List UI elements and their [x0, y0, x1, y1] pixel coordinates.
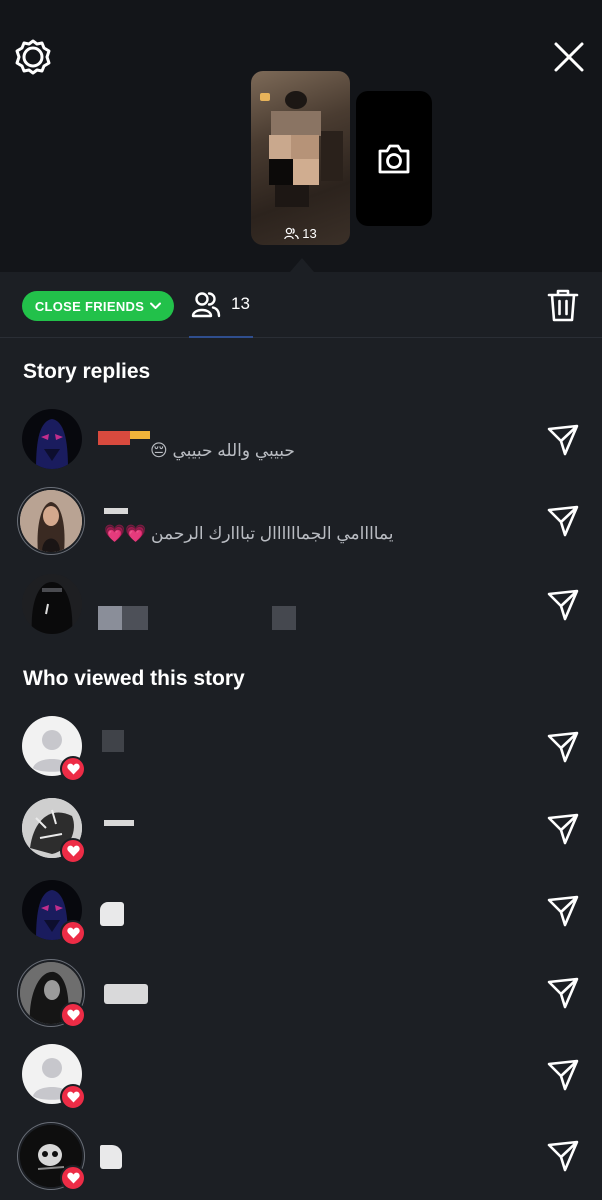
like-badge	[60, 756, 86, 782]
heart-icon	[66, 763, 80, 775]
viewers-count: 13	[231, 294, 250, 313]
dark-mask-image	[36, 419, 68, 469]
reply-row[interactable]	[0, 574, 602, 654]
who-viewed-title: Who viewed this story	[23, 667, 245, 690]
viewer-row[interactable]	[0, 798, 602, 878]
send-icon[interactable]	[546, 730, 580, 764]
send-icon[interactable]	[546, 588, 580, 622]
users-icon	[191, 292, 221, 318]
tab-viewers[interactable]: 13	[189, 272, 253, 338]
story-viewer-count-label: 13	[302, 226, 317, 241]
camera-icon	[378, 144, 410, 173]
story-sticker	[260, 93, 270, 101]
username-redacted	[100, 902, 124, 926]
reply-row[interactable]: يماااامي الجماااااال تبااارك الرحمن 💗💗	[0, 490, 602, 570]
viewer-row[interactable]	[0, 1125, 602, 1200]
send-icon[interactable]	[546, 423, 580, 457]
chevron-down-icon	[150, 302, 162, 309]
viewer-row[interactable]	[0, 880, 602, 960]
woman-image	[20, 490, 82, 552]
like-badge	[60, 920, 86, 946]
send-icon[interactable]	[546, 976, 580, 1010]
heart-icon	[66, 1172, 80, 1184]
username-redacted	[100, 1145, 122, 1169]
trash-icon[interactable]	[547, 288, 579, 322]
avatar[interactable]	[20, 490, 82, 552]
avatar[interactable]	[22, 574, 82, 634]
reply-message: يماااامي الجماااااال تبااارك الرحمن 💗💗	[104, 524, 394, 543]
send-icon[interactable]	[546, 1139, 580, 1173]
username-redacted	[98, 606, 122, 630]
username-redacted	[98, 431, 130, 445]
viewer-row[interactable]	[0, 716, 602, 796]
story-preview-header: 13	[0, 0, 602, 272]
like-badge	[60, 1002, 86, 1028]
hooded-image	[22, 574, 82, 634]
story-tabs: CLOSE FRIENDS 13	[0, 272, 602, 338]
username-redacted	[104, 820, 134, 826]
send-icon[interactable]	[546, 812, 580, 846]
reply-row[interactable]: حبيبي والله حبيبي 😔	[0, 409, 602, 489]
viewer-row[interactable]	[0, 1044, 602, 1124]
story-thumbnail[interactable]: 13	[251, 71, 350, 245]
username-redacted	[102, 730, 124, 752]
heart-icon	[66, 1009, 80, 1021]
selected-story-pointer	[290, 258, 314, 272]
add-story-button[interactable]	[356, 91, 432, 226]
viewer-row[interactable]	[0, 962, 602, 1042]
like-badge	[60, 1165, 86, 1191]
close-friends-button[interactable]: CLOSE FRIENDS	[22, 291, 174, 321]
send-icon[interactable]	[546, 504, 580, 538]
story-replies-title: Story replies	[23, 360, 151, 383]
close-icon[interactable]	[551, 39, 587, 75]
username-redacted	[104, 984, 148, 1004]
story-image-detail	[285, 91, 307, 109]
like-badge	[60, 838, 86, 864]
like-badge	[60, 1084, 86, 1110]
username-redacted	[104, 508, 128, 514]
story-viewer-count: 13	[251, 226, 350, 241]
heart-icon	[66, 927, 80, 939]
avatar[interactable]	[22, 409, 82, 469]
send-icon[interactable]	[546, 1058, 580, 1092]
users-icon	[284, 227, 300, 240]
close-friends-label: CLOSE FRIENDS	[34, 298, 145, 314]
send-icon[interactable]	[546, 894, 580, 928]
reply-message: حبيبي والله حبيبي 😔	[150, 441, 295, 460]
heart-icon	[66, 1091, 80, 1103]
gear-icon[interactable]	[14, 38, 52, 76]
heart-icon	[66, 845, 80, 857]
